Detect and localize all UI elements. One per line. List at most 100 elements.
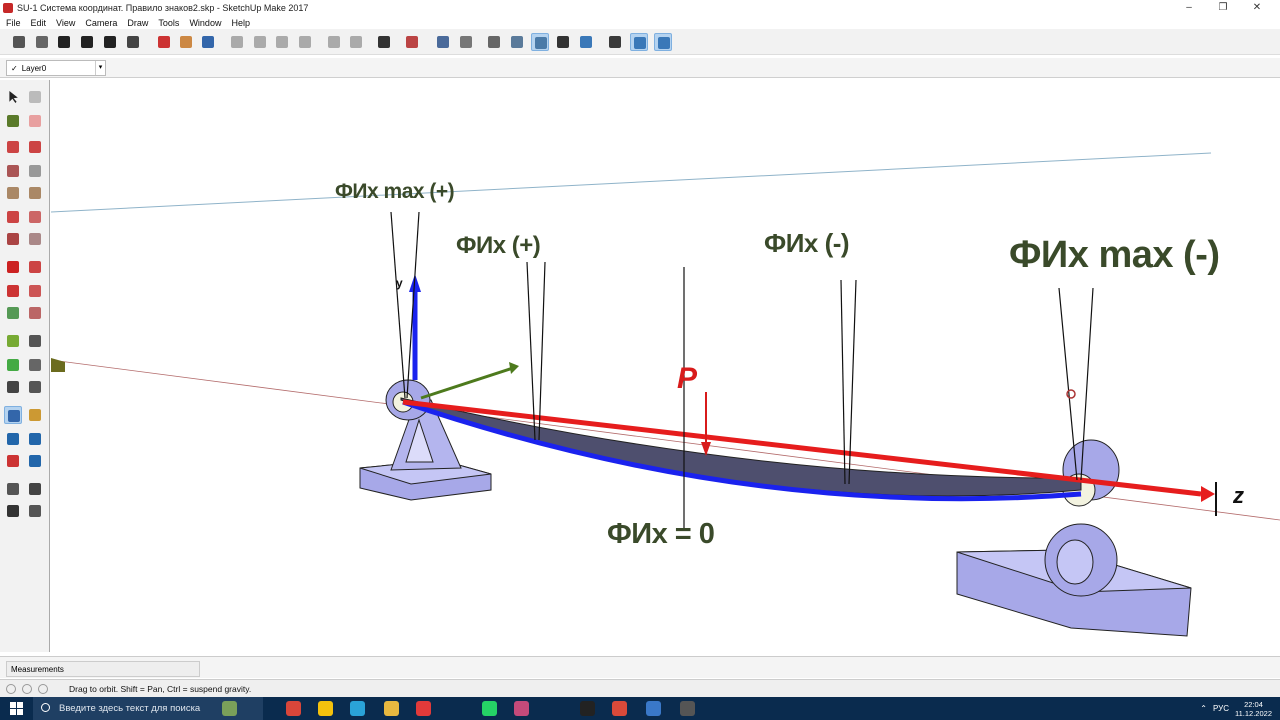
two-point-arc-icon[interactable] xyxy=(26,208,44,226)
maximize-button[interactable]: ❐ xyxy=(1206,0,1240,16)
polygon-icon[interactable] xyxy=(26,184,44,202)
paint-bucket-icon[interactable] xyxy=(4,112,22,130)
chevron-down-icon[interactable]: ▾ xyxy=(95,61,105,75)
circle-icon[interactable] xyxy=(4,184,22,202)
pie-icon[interactable] xyxy=(26,230,44,248)
rotate-icon[interactable] xyxy=(4,282,22,300)
menu-file[interactable]: File xyxy=(6,18,21,28)
3d-text-icon[interactable] xyxy=(26,378,44,396)
windows-start-icon[interactable] xyxy=(10,702,23,715)
shaded-icon[interactable] xyxy=(531,33,549,51)
move-icon[interactable] xyxy=(4,258,22,276)
get-models-icon[interactable] xyxy=(10,33,28,51)
menu-camera[interactable]: Camera xyxy=(85,18,117,28)
language-indicator[interactable]: РУС xyxy=(1213,704,1229,713)
back-edges-icon[interactable] xyxy=(457,33,475,51)
yandex-browser-icon[interactable] xyxy=(318,701,333,716)
dimension-icon[interactable] xyxy=(26,332,44,350)
new-icon[interactable] xyxy=(155,33,173,51)
opera-icon[interactable] xyxy=(416,701,431,716)
search-icon xyxy=(41,703,50,712)
pan-icon[interactable] xyxy=(26,406,44,424)
rotated-rectangle-icon[interactable] xyxy=(26,162,44,180)
section-plane-icon[interactable] xyxy=(606,33,624,51)
warehouse-icon[interactable] xyxy=(55,33,73,51)
drawing-viewport[interactable]: ФИх max (+) ФИх (+) ФИх (-) ФИх max (-) … xyxy=(51,80,1280,652)
calendar-app-icon[interactable] xyxy=(646,701,661,716)
previous-view-icon[interactable] xyxy=(26,452,44,470)
model-info-icon[interactable] xyxy=(403,33,421,51)
push-pull-icon[interactable] xyxy=(26,258,44,276)
landscape-widget-icon[interactable] xyxy=(222,701,237,716)
sketchup-taskbar-icon[interactable] xyxy=(612,701,627,716)
look-around-icon[interactable] xyxy=(26,480,44,498)
menu-draw[interactable]: Draw xyxy=(127,18,148,28)
protractor-icon[interactable] xyxy=(4,356,22,374)
taskbar: Введите здесь текст для поиска ⌃ РУС 22:… xyxy=(0,697,1280,720)
user-icon[interactable] xyxy=(38,684,48,694)
print-icon[interactable] xyxy=(375,33,393,51)
section-cuts-icon[interactable] xyxy=(630,33,648,51)
rectangle-icon[interactable] xyxy=(4,162,22,180)
section-plane-tool-icon[interactable] xyxy=(26,502,44,520)
xray-icon[interactable] xyxy=(434,33,452,51)
menu-help[interactable]: Help xyxy=(231,18,250,28)
zoom-icon[interactable] xyxy=(4,430,22,448)
layer-select[interactable]: ✓ Layer0 ▾ xyxy=(6,60,106,76)
shaded-textures-icon[interactable] xyxy=(554,33,572,51)
open-icon[interactable] xyxy=(177,33,195,51)
offset-icon[interactable] xyxy=(26,304,44,322)
three-point-arc-icon[interactable] xyxy=(4,230,22,248)
minimize-button[interactable]: – xyxy=(1172,0,1206,16)
components-icon[interactable] xyxy=(33,33,51,51)
clock[interactable]: 22:04 11.12.2022 xyxy=(1235,700,1272,718)
house-icon[interactable] xyxy=(101,33,119,51)
hidden-line-icon[interactable] xyxy=(508,33,526,51)
edge-icon[interactable] xyxy=(350,701,365,716)
menu-tools[interactable]: Tools xyxy=(158,18,179,28)
cut-icon[interactable] xyxy=(228,33,246,51)
make-component-icon[interactable] xyxy=(26,88,44,106)
monochrome-icon[interactable] xyxy=(577,33,595,51)
erase-icon[interactable] xyxy=(296,33,314,51)
media-player-icon[interactable] xyxy=(580,701,595,716)
iso-view-icon[interactable] xyxy=(124,33,142,51)
freehand-icon[interactable] xyxy=(26,138,44,156)
measurements-box[interactable]: Measurements xyxy=(6,661,200,677)
chrome-icon[interactable] xyxy=(286,701,301,716)
text-icon[interactable] xyxy=(26,356,44,374)
whatsapp-icon[interactable] xyxy=(482,701,497,716)
menu-view[interactable]: View xyxy=(56,18,75,28)
axes-icon[interactable] xyxy=(4,378,22,396)
eraser-icon[interactable] xyxy=(26,112,44,130)
file-explorer-icon[interactable] xyxy=(384,701,399,716)
credits-icon[interactable] xyxy=(22,684,32,694)
section-fill-icon[interactable] xyxy=(654,33,672,51)
copy-icon[interactable] xyxy=(251,33,269,51)
menu-edit[interactable]: Edit xyxy=(31,18,47,28)
scale-icon[interactable] xyxy=(4,304,22,322)
feather-app-icon[interactable] xyxy=(514,701,529,716)
orbit-icon[interactable] xyxy=(4,406,22,424)
follow-me-icon[interactable] xyxy=(26,282,44,300)
menu-window[interactable]: Window xyxy=(189,18,221,28)
generic-app-icon[interactable] xyxy=(680,701,695,716)
zoom-window-icon[interactable] xyxy=(26,430,44,448)
wireframe-icon[interactable] xyxy=(485,33,503,51)
zoom-extents-icon[interactable] xyxy=(4,452,22,470)
position-camera-icon[interactable] xyxy=(4,480,22,498)
redo-icon[interactable] xyxy=(347,33,365,51)
tray-chevron-icon[interactable]: ⌃ xyxy=(1200,704,1207,713)
arc-icon[interactable] xyxy=(4,208,22,226)
paste-icon[interactable] xyxy=(273,33,291,51)
undo-icon[interactable] xyxy=(325,33,343,51)
status-bar: Drag to orbit. Shift = Pan, Ctrl = suspe… xyxy=(0,679,1280,697)
home-icon[interactable] xyxy=(78,33,96,51)
close-button[interactable]: ✕ xyxy=(1240,0,1274,16)
tape-measure-icon[interactable] xyxy=(4,332,22,350)
save-icon[interactable] xyxy=(199,33,217,51)
walk-icon[interactable] xyxy=(4,502,22,520)
select-icon[interactable] xyxy=(4,88,22,106)
geo-location-icon[interactable] xyxy=(6,684,16,694)
pencil-icon[interactable] xyxy=(4,138,22,156)
